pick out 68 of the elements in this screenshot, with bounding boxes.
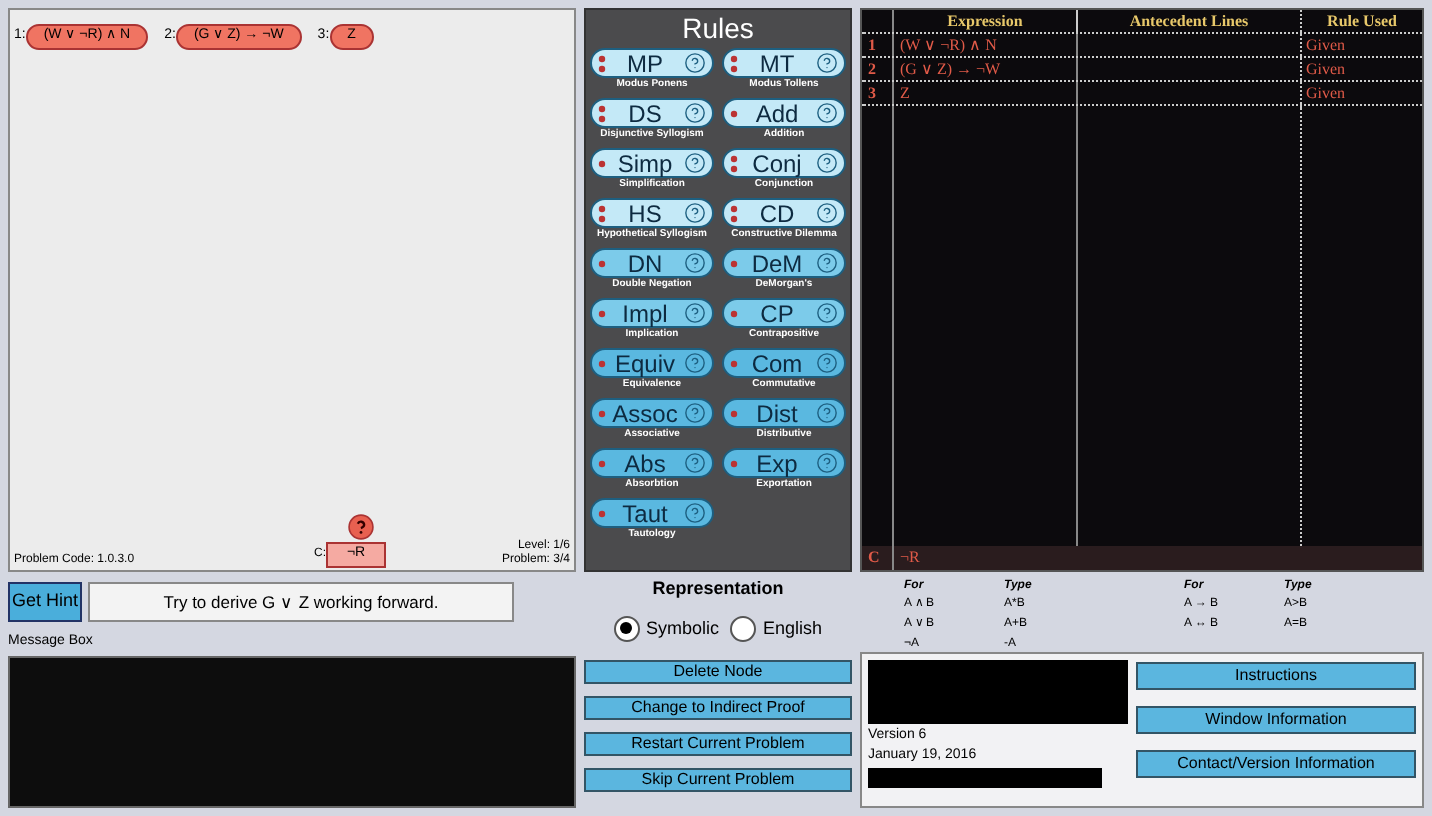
expression-cell: (W ∨ ¬R) ∧ N [900, 33, 997, 57]
rule-button[interactable]: Impl [590, 298, 714, 328]
conclusion-expression: ¬R [900, 546, 920, 570]
info-button[interactable]: Window Information [1136, 706, 1416, 734]
premise-dot-icon [730, 409, 738, 417]
rules-title: Rules [682, 10, 754, 46]
rule-button[interactable]: Conj [722, 148, 846, 178]
premise-dots-icon [598, 53, 606, 73]
line-number: 2 [868, 57, 876, 81]
rule-cell: Given [1306, 81, 1346, 105]
line-number: 1 [868, 33, 876, 57]
premise-dot-icon [598, 409, 606, 417]
rule-cell: Given [1306, 33, 1346, 57]
rule-button[interactable]: HS [590, 198, 714, 228]
get-hint-button[interactable]: Get Hint [8, 582, 83, 622]
rule-button[interactable]: MP [590, 48, 714, 78]
column-header: Expression [947, 9, 1023, 33]
expression-cell: (G ∨ Z) → ¬W [900, 57, 1001, 81]
premise-dots-icon [730, 53, 738, 73]
rule-button[interactable]: Exp [722, 448, 846, 478]
rule-button[interactable]: DS [590, 98, 714, 128]
premise-dot-icon [598, 359, 606, 367]
premise-dot-icon [730, 359, 738, 367]
action-button[interactable]: Restart Current Problem [584, 732, 852, 756]
rule-button[interactable]: Abs [590, 448, 714, 478]
rule-button[interactable]: CD [722, 198, 846, 228]
rule-button[interactable]: CP [722, 298, 846, 328]
rule-button[interactable]: MT [722, 48, 846, 78]
rule-button[interactable]: Assoc [590, 398, 714, 428]
action-button[interactable]: Skip Current Problem [584, 768, 852, 792]
action-button[interactable]: Change to Indirect Proof [584, 696, 852, 720]
rule-button[interactable]: DeM [722, 248, 846, 278]
representation-title: Representation [650, 576, 786, 602]
help-icon[interactable] [347, 514, 374, 540]
radio-label: English [762, 615, 823, 642]
rule-button[interactable]: Dist [722, 398, 846, 428]
hint-text: Try to derive G ∨ Z working forward. [88, 582, 515, 622]
conclusion-label: C [868, 546, 880, 570]
line-number: 3 [868, 81, 876, 105]
premise-dots-icon [598, 103, 606, 123]
premise-dot-icon [730, 109, 738, 117]
radio-button[interactable] [730, 615, 757, 642]
radio-button[interactable] [613, 615, 640, 642]
premise-dot-icon [730, 309, 738, 317]
rule-button[interactable]: Com [722, 348, 846, 378]
premise-dots-icon [598, 203, 606, 223]
premise-dots-icon [730, 153, 738, 173]
premise-dot-icon [598, 309, 606, 317]
premise-dot-icon [598, 459, 606, 467]
premise-dot-icon [730, 259, 738, 267]
rule-button[interactable]: Equiv [590, 348, 714, 378]
rule-button[interactable]: DN [590, 248, 714, 278]
rule-button[interactable]: Simp [590, 148, 714, 178]
premise-dot-icon [598, 509, 606, 517]
premise-dots-icon [730, 203, 738, 223]
info-button[interactable]: Instructions [1136, 662, 1416, 690]
rule-button[interactable]: Add [722, 98, 846, 128]
rule-cell: Given [1306, 57, 1346, 81]
action-button[interactable]: Delete Node [584, 660, 852, 684]
premise-dot-icon [598, 159, 606, 167]
column-header: Rule Used [1327, 9, 1397, 33]
info-button[interactable]: Contact/Version Information [1136, 750, 1416, 778]
column-header: Antecedent Lines [1129, 9, 1249, 33]
expression-cell: Z [900, 81, 910, 105]
premise-dot-icon [730, 459, 738, 467]
premise-dot-icon [598, 259, 606, 267]
radio-label: Symbolic [645, 615, 719, 642]
rule-button[interactable]: Taut [590, 498, 714, 528]
